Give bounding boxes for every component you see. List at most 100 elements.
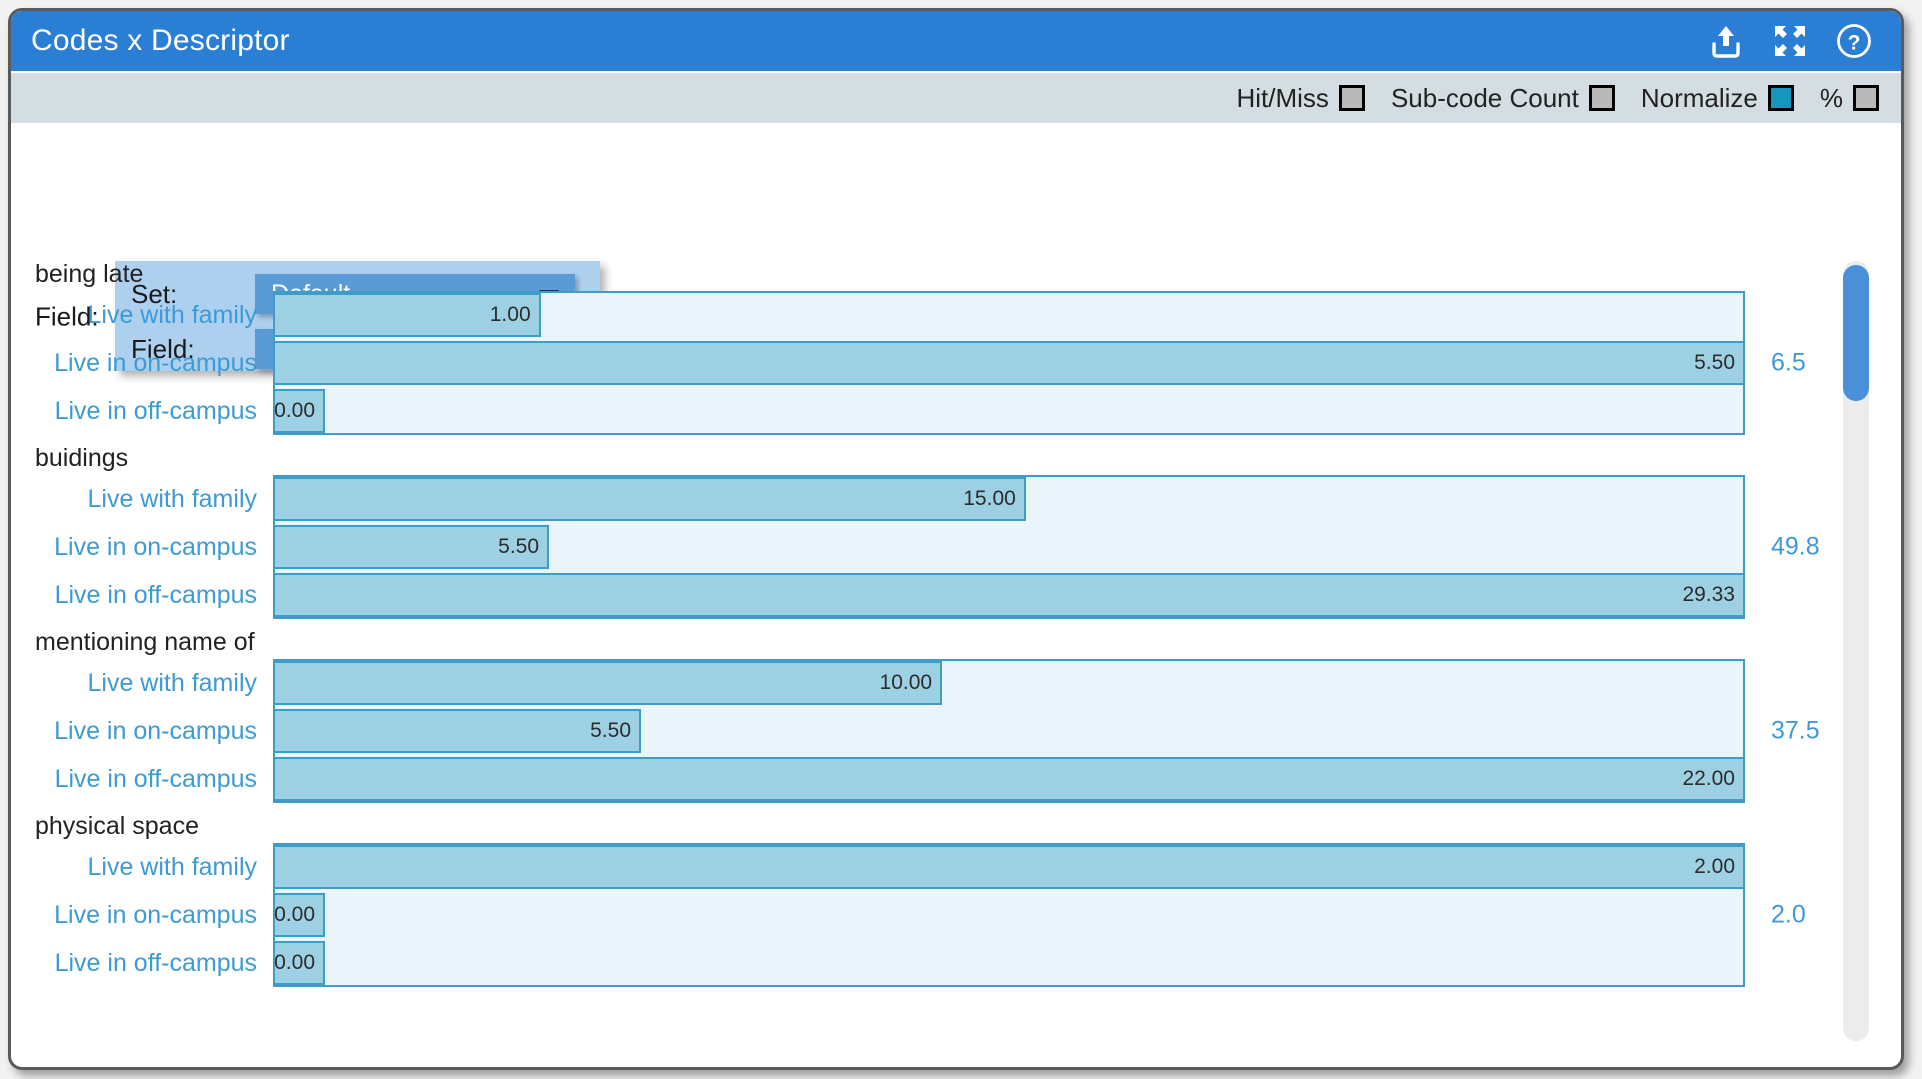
chart-row-track: 2.00 <box>273 843 1745 891</box>
chart-bar-value: 1.00 <box>489 303 531 326</box>
chart-group: being late Live with family 1.00 Live in on… <box>11 251 1901 435</box>
chart-row-track: 29.33 <box>273 571 1745 619</box>
chart-bar[interactable]: 1.00 <box>273 293 541 337</box>
group-total: 6.5 <box>1771 348 1806 377</box>
chart-row-label: Live in on-campus <box>54 716 257 745</box>
group-title: being late <box>35 260 144 288</box>
group-body: Live with family 1.00 Live in on-campus 5.5… <box>11 291 1901 435</box>
option-normalize[interactable]: Normalize <box>1641 83 1794 114</box>
title-bar: Codes x Descriptor ? <box>11 11 1901 71</box>
chart-bar[interactable]: 5.50 <box>273 709 641 753</box>
chart-row[interactable]: Live with family 1.00 <box>11 291 1901 339</box>
chart-bar-value: 29.33 <box>1682 583 1735 606</box>
group-body: Live with family 15.00 Live in on-campus 5.… <box>11 475 1901 619</box>
chart-row[interactable]: Live in on-campus 5.50 <box>11 339 1901 387</box>
group-body: Live with family 2.00 Live in on-campus 0.0… <box>11 843 1901 987</box>
chart-row-track: 1.00 <box>273 291 1745 339</box>
option-sub-code-count-checkbox[interactable] <box>1588 85 1615 111</box>
option-normalize-checkbox[interactable] <box>1767 85 1794 111</box>
chart-bar-value: 5.50 <box>498 535 540 558</box>
option-hit-miss[interactable]: Hit/Miss <box>1237 83 1365 114</box>
chart-bar-value: 10.00 <box>879 671 933 694</box>
group-title: mentioning name of <box>35 628 255 656</box>
group-body: Live with family 10.00 Live in on-campus 5.… <box>11 659 1901 803</box>
chart-row-label: Live in off-campus <box>54 396 257 425</box>
chart-row-track: 0.00 <box>273 939 1745 987</box>
chart-row-track: 15.00 <box>273 475 1745 523</box>
chart-row-label: Live with family <box>87 852 258 881</box>
chart-row[interactable]: Live in off-campus 0.00 <box>11 939 1901 987</box>
chart-bar-value: 5.50 <box>1694 351 1735 374</box>
chart-row-label: Live in on-campus <box>54 532 257 561</box>
option-sub-code-count-label: Sub-code Count <box>1390 82 1579 113</box>
svg-text:?: ? <box>1848 32 1861 55</box>
chart-row-label: Live in on-campus <box>54 348 257 377</box>
chart-row-label: Live with family <box>87 668 258 697</box>
group-total: 2.0 <box>1771 900 1806 929</box>
option-percent-checkbox[interactable] <box>1853 85 1879 111</box>
chart-row-track: 10.00 <box>273 659 1745 707</box>
chart-row-track: 0.00 <box>273 891 1745 939</box>
chart-row-label: Live with family <box>87 484 258 513</box>
chart-bar[interactable]: 5.50 <box>273 525 550 569</box>
chart-bar-value: 5.50 <box>590 719 631 742</box>
title-bar-actions: ? <box>1707 22 1873 60</box>
chart-bar[interactable]: 10.00 <box>273 661 943 705</box>
chart-bar-value: 22.00 <box>1682 767 1735 790</box>
chart-row[interactable]: Live in off-campus 22.00 <box>11 755 1901 803</box>
option-percent[interactable]: % <box>1820 83 1879 114</box>
chart-row-track: 5.50 <box>273 523 1745 571</box>
option-hit-miss-checkbox[interactable] <box>1338 85 1365 111</box>
chart-row-label: Live in off-campus <box>54 580 257 609</box>
chart-bar-value: 15.00 <box>963 487 1016 510</box>
chart-group: physical space Live with family 2.00 Live i… <box>11 803 1901 987</box>
chart-row[interactable]: Live in on-campus 0.00 <box>11 891 1901 939</box>
chart-row-track: 22.00 <box>273 755 1745 803</box>
chart-row-track: 5.50 <box>273 707 1745 755</box>
expand-icon[interactable] <box>1771 22 1809 60</box>
group-total: 49.8 <box>1771 532 1820 561</box>
export-icon[interactable] <box>1707 22 1745 60</box>
chart-row[interactable]: Live with family 2.00 <box>11 843 1901 891</box>
chart-bar[interactable]: 0.00 <box>273 893 325 937</box>
chart-row-track: 0.00 <box>273 387 1745 435</box>
option-sub-code-count[interactable]: Sub-code Count <box>1391 83 1615 114</box>
chart-bar-value: 0.00 <box>274 951 315 974</box>
chart-bar[interactable]: 5.50 <box>273 341 1745 385</box>
chart-bar[interactable]: 29.33 <box>273 573 1745 617</box>
chart-row[interactable]: Live with family 15.00 <box>11 475 1901 523</box>
scrollbar-thumb[interactable] <box>1843 265 1869 401</box>
chart-row-track: 5.50 <box>273 339 1745 387</box>
chart-group: mentioning name of Live with family 10.00 L… <box>11 619 1901 803</box>
group-title: physical space <box>35 812 199 840</box>
help-icon[interactable]: ? <box>1835 22 1873 60</box>
chart-row-label: Live in off-campus <box>54 764 257 793</box>
chart-row[interactable]: Live in off-campus 29.33 <box>11 571 1901 619</box>
chart-groups: being late Live with family 1.00 Live in on… <box>11 251 1901 987</box>
vertical-scrollbar[interactable] <box>1843 261 1869 1041</box>
chart-scroll-area[interactable]: being late Live with family 1.00 Live in on… <box>11 251 1901 1041</box>
chart-row[interactable]: Live with family 10.00 <box>11 659 1901 707</box>
chart-group: buidings Live with family 15.00 Live in on-… <box>11 435 1901 619</box>
chart-row[interactable]: Live in on-campus 5.50 <box>11 523 1901 571</box>
chart-bar-value: 0.00 <box>274 399 315 422</box>
chart-bar-value: 0.00 <box>274 903 315 926</box>
chart-bar[interactable]: 22.00 <box>273 757 1745 801</box>
chart-bar[interactable]: 15.00 <box>273 477 1026 521</box>
chart-bar[interactable]: 0.00 <box>273 941 325 985</box>
options-toolbar: Hit/Miss Sub-code Count Normalize % <box>11 71 1901 123</box>
chart-bar[interactable]: 2.00 <box>273 845 1745 889</box>
chart-row-label: Live in on-campus <box>54 900 257 929</box>
chart-row-label: Live with family <box>87 300 258 329</box>
chart-bar[interactable]: 0.00 <box>273 389 325 433</box>
chart-row-label: Live in off-campus <box>54 948 257 977</box>
chart-window: Codes x Descriptor ? Hit/Miss Sub-code C… <box>8 8 1904 1070</box>
page-title: Codes x Descriptor <box>31 24 290 57</box>
chart-bar-value: 2.00 <box>1694 855 1735 878</box>
option-percent-label: % <box>1819 82 1843 113</box>
chart-row[interactable]: Live in off-campus 0.00 <box>11 387 1901 435</box>
chart-row[interactable]: Live in on-campus 5.50 <box>11 707 1901 755</box>
group-total: 37.5 <box>1771 716 1820 745</box>
option-normalize-label: Normalize <box>1640 82 1758 113</box>
field-selector-zone: Field: Set: Default Field: Housing <box>11 123 1901 371</box>
